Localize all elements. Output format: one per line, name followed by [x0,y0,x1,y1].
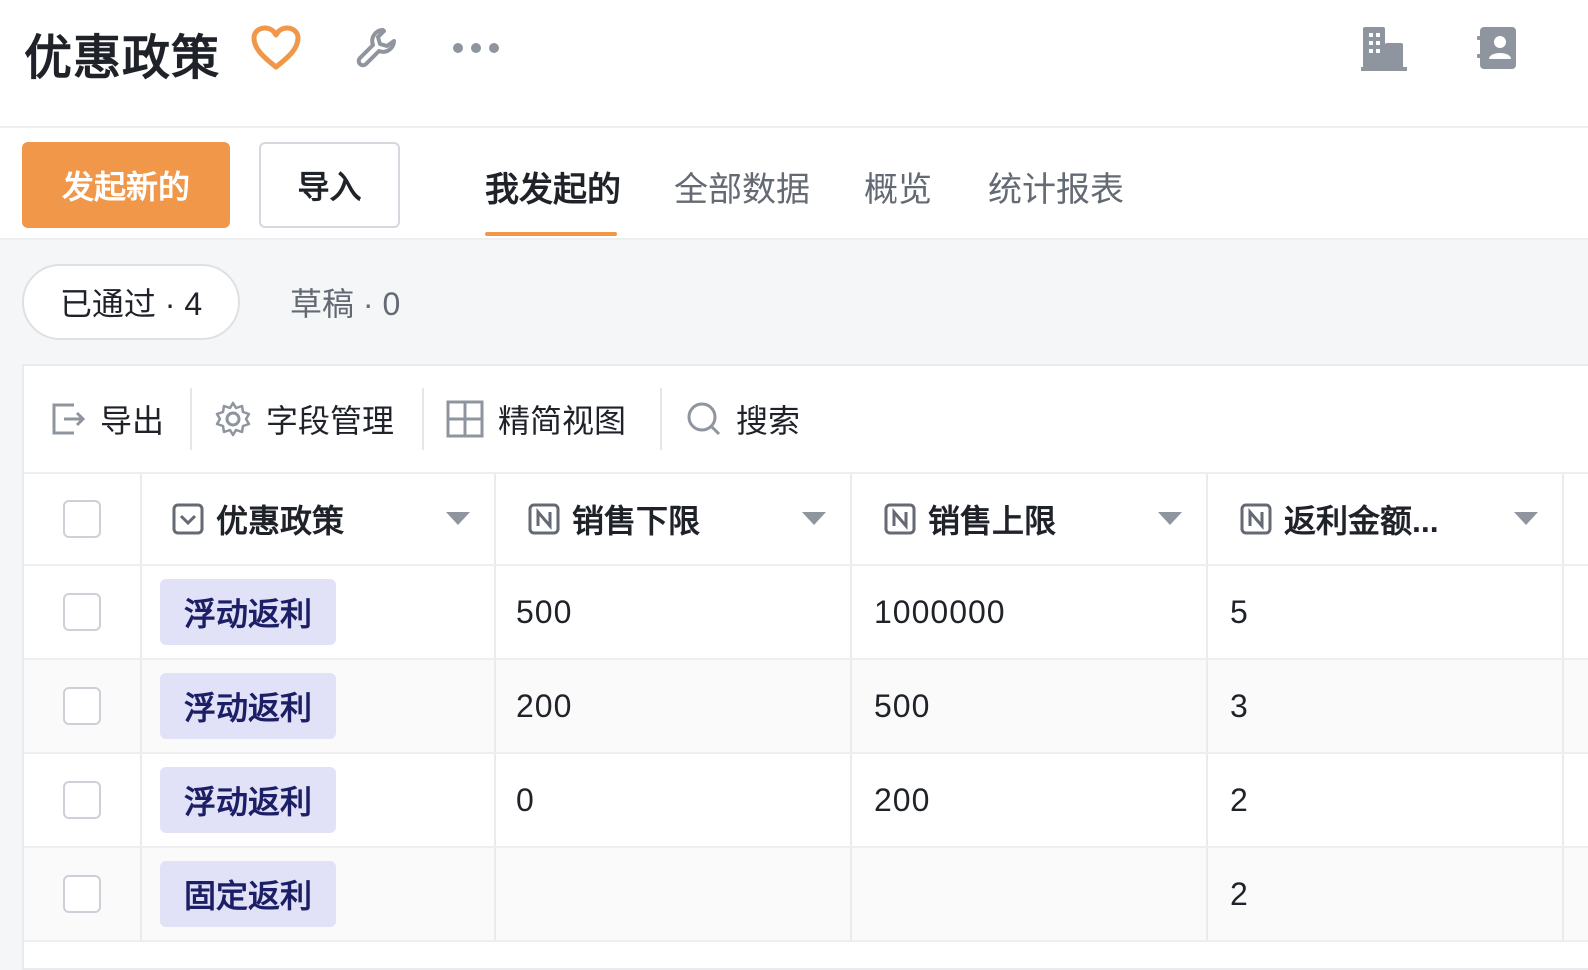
table-row[interactable]: 浮动返利 0 200 2 [24,754,1588,848]
row-checkbox[interactable] [63,875,101,913]
policy-cell[interactable]: 浮动返利 [142,566,496,658]
export-label: 导出 [100,403,165,439]
lower-value: 200 [516,687,573,724]
policy-tag: 固定返利 [160,861,337,927]
rebate-cell[interactable]: 3 [1208,660,1564,752]
toolbar-divider [660,388,662,450]
column-header-policy[interactable]: 优惠政策 [142,474,496,564]
tab-reports[interactable]: 统计报表 [988,162,1124,211]
upper-cell[interactable] [852,848,1208,940]
tab-all-data[interactable]: 全部数据 [674,162,810,211]
column-header-label: 优惠政策 [216,503,345,539]
search-button[interactable]: 搜索 [686,386,800,452]
column-header-upper[interactable]: 销售上限 [852,474,1208,564]
column-header-label: 销售上限 [928,503,1057,539]
table-header-row: 优惠政策 销售下限 销售上限 返利金额... [24,474,1588,566]
page-title: 优惠政策 [24,32,221,85]
lower-cell[interactable]: 500 [496,566,852,658]
table-row[interactable]: 固定返利 2 [24,848,1588,942]
active-tab-indicator [485,232,617,236]
upper-value: 1000000 [874,593,1006,630]
column-menu-caret-icon[interactable] [1514,512,1538,525]
table-toolbar: 导出 字段管理 精简视图 搜索 [24,366,1588,474]
single-select-icon [172,503,204,535]
select-all-checkbox[interactable] [63,500,101,538]
filter-draft[interactable]: 草稿 · 0 [290,264,400,340]
row-select-cell [24,566,142,658]
data-panel: 导出 字段管理 精简视图 搜索 优惠政策 销售下限 销售上限 返利金额... 浮… [22,364,1588,970]
search-label: 搜索 [736,403,801,439]
row-checkbox[interactable] [63,687,101,725]
row-checkbox[interactable] [63,593,101,631]
column-header-rebate[interactable]: 返利金额... [1208,474,1564,564]
row-select-cell [24,660,142,752]
policy-tag: 浮动返利 [160,673,337,739]
rebate-cell[interactable]: 5 [1208,566,1564,658]
compact-view-label: 精简视图 [498,403,627,439]
lower-value: 500 [516,593,573,630]
table-row[interactable]: 浮动返利 200 500 3 [24,660,1588,754]
field-manage-button[interactable]: 字段管理 [214,386,394,452]
export-button[interactable]: 导出 [50,386,164,452]
grid-icon [446,400,498,438]
wrench-icon[interactable] [350,22,404,74]
rebate-value: 2 [1230,781,1249,818]
column-menu-caret-icon[interactable] [446,512,470,525]
policy-cell[interactable]: 固定返利 [142,848,496,940]
row-select-cell [24,848,142,940]
upper-cell[interactable]: 200 [852,754,1208,846]
field-manage-label: 字段管理 [266,403,395,439]
row-checkbox[interactable] [63,781,101,819]
upper-cell[interactable]: 500 [852,660,1208,752]
rebate-value: 5 [1230,593,1249,630]
rebate-value: 3 [1230,687,1249,724]
contact-card-icon[interactable] [1470,20,1526,76]
toolbar-divider [190,388,192,450]
number-field-icon [528,503,560,535]
table-row[interactable]: 浮动返利 500 1000000 5 [24,566,1588,660]
lower-value: 0 [516,781,535,818]
search-icon [686,401,736,437]
column-header-label: 销售下限 [572,503,701,539]
column-header-lower[interactable]: 销售下限 [496,474,852,564]
policy-cell[interactable]: 浮动返利 [142,660,496,752]
column-menu-caret-icon[interactable] [802,512,826,525]
export-icon [50,401,100,437]
lower-cell[interactable]: 0 [496,754,852,846]
lower-cell[interactable]: 200 [496,660,852,752]
column-menu-caret-icon[interactable] [1158,512,1182,525]
filter-approved[interactable]: 已通过 · 4 [22,264,240,340]
content-area: 已通过 · 4 草稿 · 0 导出 字段管理 精简视图 搜索 优惠政策 销售下限… [0,240,1588,970]
column-header-label: 返利金额... [1284,503,1439,539]
more-icon[interactable] [448,22,504,74]
action-bar: 发起新的 导入 我发起的 全部数据 概览 统计报表 [0,128,1588,240]
gear-icon [214,400,266,438]
toolbar-divider [422,388,424,450]
upper-value: 500 [874,687,931,724]
rebate-cell[interactable]: 2 [1208,848,1564,940]
building-icon[interactable] [1356,20,1412,76]
upper-cell[interactable]: 1000000 [852,566,1208,658]
page-header: 优惠政策 [0,0,1588,128]
upper-value: 200 [874,781,931,818]
app-page: 优惠政策 发起新的 导入 我发起的 全部数据 概览 统计报表 已通过 · 4 草… [0,0,1588,970]
import-button[interactable]: 导入 [259,142,400,228]
policy-cell[interactable]: 浮动返利 [142,754,496,846]
rebate-value: 2 [1230,875,1249,912]
select-all-cell [24,474,142,564]
heart-icon[interactable] [248,22,304,74]
rebate-cell[interactable]: 2 [1208,754,1564,846]
number-field-icon [884,503,916,535]
compact-view-button[interactable]: 精简视图 [446,386,626,452]
tab-my-initiated[interactable]: 我发起的 [485,162,621,211]
policy-tag: 浮动返利 [160,579,337,645]
tab-overview[interactable]: 概览 [864,162,932,211]
create-new-button[interactable]: 发起新的 [22,142,230,228]
row-select-cell [24,754,142,846]
number-field-icon [1240,503,1272,535]
policy-tag: 浮动返利 [160,767,337,833]
lower-cell[interactable] [496,848,852,940]
